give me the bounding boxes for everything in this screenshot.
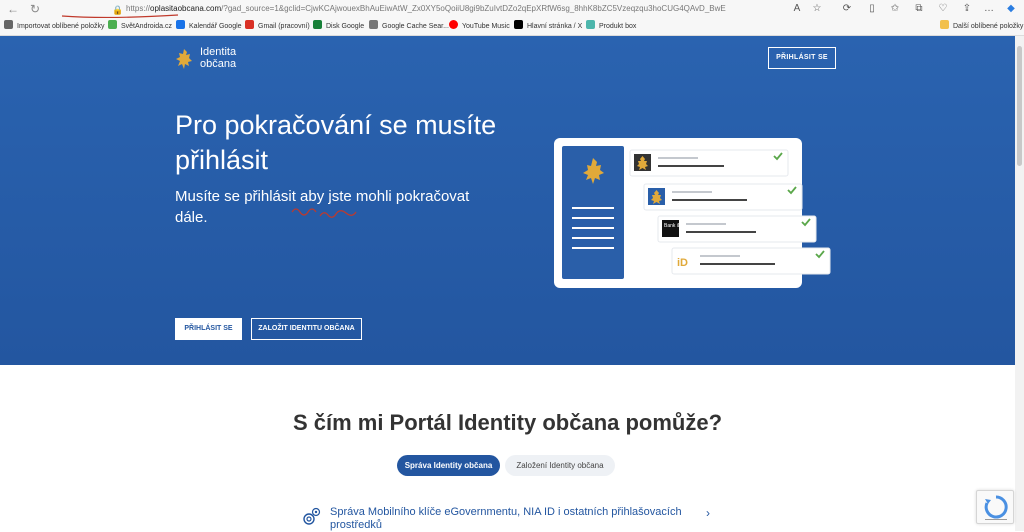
red-squiggle-annotation bbox=[291, 208, 357, 218]
product-box-icon bbox=[586, 20, 595, 29]
lion-icon bbox=[176, 49, 192, 69]
recaptcha-icon bbox=[984, 495, 1008, 520]
share-icon[interactable]: ⇪ bbox=[960, 2, 974, 16]
split-screen-icon[interactable]: ▯ bbox=[865, 2, 879, 16]
folder-icon bbox=[940, 20, 949, 29]
x-icon bbox=[514, 20, 523, 29]
read-aloud-icon[interactable]: A bbox=[790, 2, 804, 16]
extensions-icon[interactable]: ⟳ bbox=[840, 2, 854, 16]
other-favorites[interactable]: Další oblíbené položky bbox=[940, 20, 1023, 34]
hero-section: Identita občana PŘIHLÁSIT SE Pro pokračo… bbox=[0, 36, 1015, 365]
gears-icon bbox=[303, 507, 321, 525]
url-text: https://oplasitaobcana.com/?gad_source=1… bbox=[126, 4, 726, 13]
copilot-icon[interactable]: ◆ bbox=[1004, 2, 1018, 16]
browser-toolbar: ← ↻ 🔒 https://oplasitaobcana.com/?gad_so… bbox=[0, 0, 1024, 36]
create-identity-button[interactable]: ZALOŽIT IDENTITU OBČANA bbox=[251, 318, 362, 340]
bookmark-item[interactable]: Produkt box bbox=[586, 20, 636, 34]
drive-icon bbox=[313, 20, 322, 29]
bookmark-item[interactable]: YouTube Music bbox=[449, 20, 510, 34]
bookmark-item[interactable]: SvětAndroida.cz bbox=[108, 20, 172, 34]
logo-text: Identita občana bbox=[200, 46, 237, 70]
browser-essentials-icon[interactable]: ♡ bbox=[936, 2, 950, 16]
hero-title: Pro pokračování se musíte přihlásit bbox=[175, 110, 497, 175]
bookmark-item[interactable]: Hlavní stránka / X bbox=[514, 20, 582, 34]
tab-manage-identity[interactable]: Správa Identity občana bbox=[397, 455, 500, 476]
favorite-star-icon[interactable]: ☆ bbox=[810, 2, 824, 16]
calendar-icon bbox=[176, 20, 185, 29]
section-title: S čím mi Portál Identity občana pomůže? bbox=[292, 410, 723, 435]
bank-id-label: Bank iD bbox=[664, 223, 682, 229]
bookmark-item[interactable]: Importovat oblíbené položky bbox=[4, 20, 105, 34]
gmail-icon bbox=[245, 20, 254, 29]
site-favicon-icon bbox=[108, 20, 117, 29]
more-menu-icon[interactable]: … bbox=[982, 2, 996, 16]
collections-icon[interactable]: ⧉ bbox=[912, 2, 926, 16]
bookmarks-bar: Importovat oblíbené položky SvětAndroida… bbox=[0, 18, 1024, 35]
favorites-icon[interactable]: ✩ bbox=[888, 2, 902, 16]
recaptcha-badge[interactable] bbox=[976, 490, 1014, 524]
bookmark-item[interactable]: Kalendář Google bbox=[176, 20, 242, 34]
id-label: iD bbox=[677, 257, 688, 269]
youtube-music-icon bbox=[449, 20, 458, 29]
chevron-right-icon: › bbox=[706, 506, 710, 520]
cursor-icon bbox=[369, 20, 378, 29]
bookmark-item[interactable]: Google Cache Sear... bbox=[369, 20, 449, 34]
address-row: ← ↻ 🔒 https://oplasitaobcana.com/?gad_so… bbox=[0, 0, 1024, 18]
scrollbar-thumb[interactable] bbox=[1017, 46, 1022, 166]
service-item-label: Správa Mobilního klíče eGovernmentu, NIA… bbox=[330, 506, 682, 531]
service-list-item[interactable]: Správa Mobilního klíče eGovernmentu, NIA… bbox=[300, 500, 720, 531]
login-methods-illustration: Bank iD iD bbox=[554, 138, 831, 288]
import-icon bbox=[4, 20, 13, 29]
tab-create-identity[interactable]: Založení Identity občana bbox=[505, 455, 615, 476]
back-icon[interactable]: ← bbox=[6, 2, 20, 16]
refresh-icon[interactable]: ↻ bbox=[28, 2, 42, 16]
page-scrollbar[interactable] bbox=[1015, 36, 1024, 531]
login-button-header[interactable]: PŘIHLÁSIT SE bbox=[768, 47, 836, 69]
bookmark-item[interactable]: Gmail (pracovní) bbox=[245, 20, 310, 34]
bookmark-item[interactable]: Disk Google bbox=[313, 20, 364, 34]
login-button[interactable]: PŘIHLÁSIT SE bbox=[175, 318, 242, 340]
